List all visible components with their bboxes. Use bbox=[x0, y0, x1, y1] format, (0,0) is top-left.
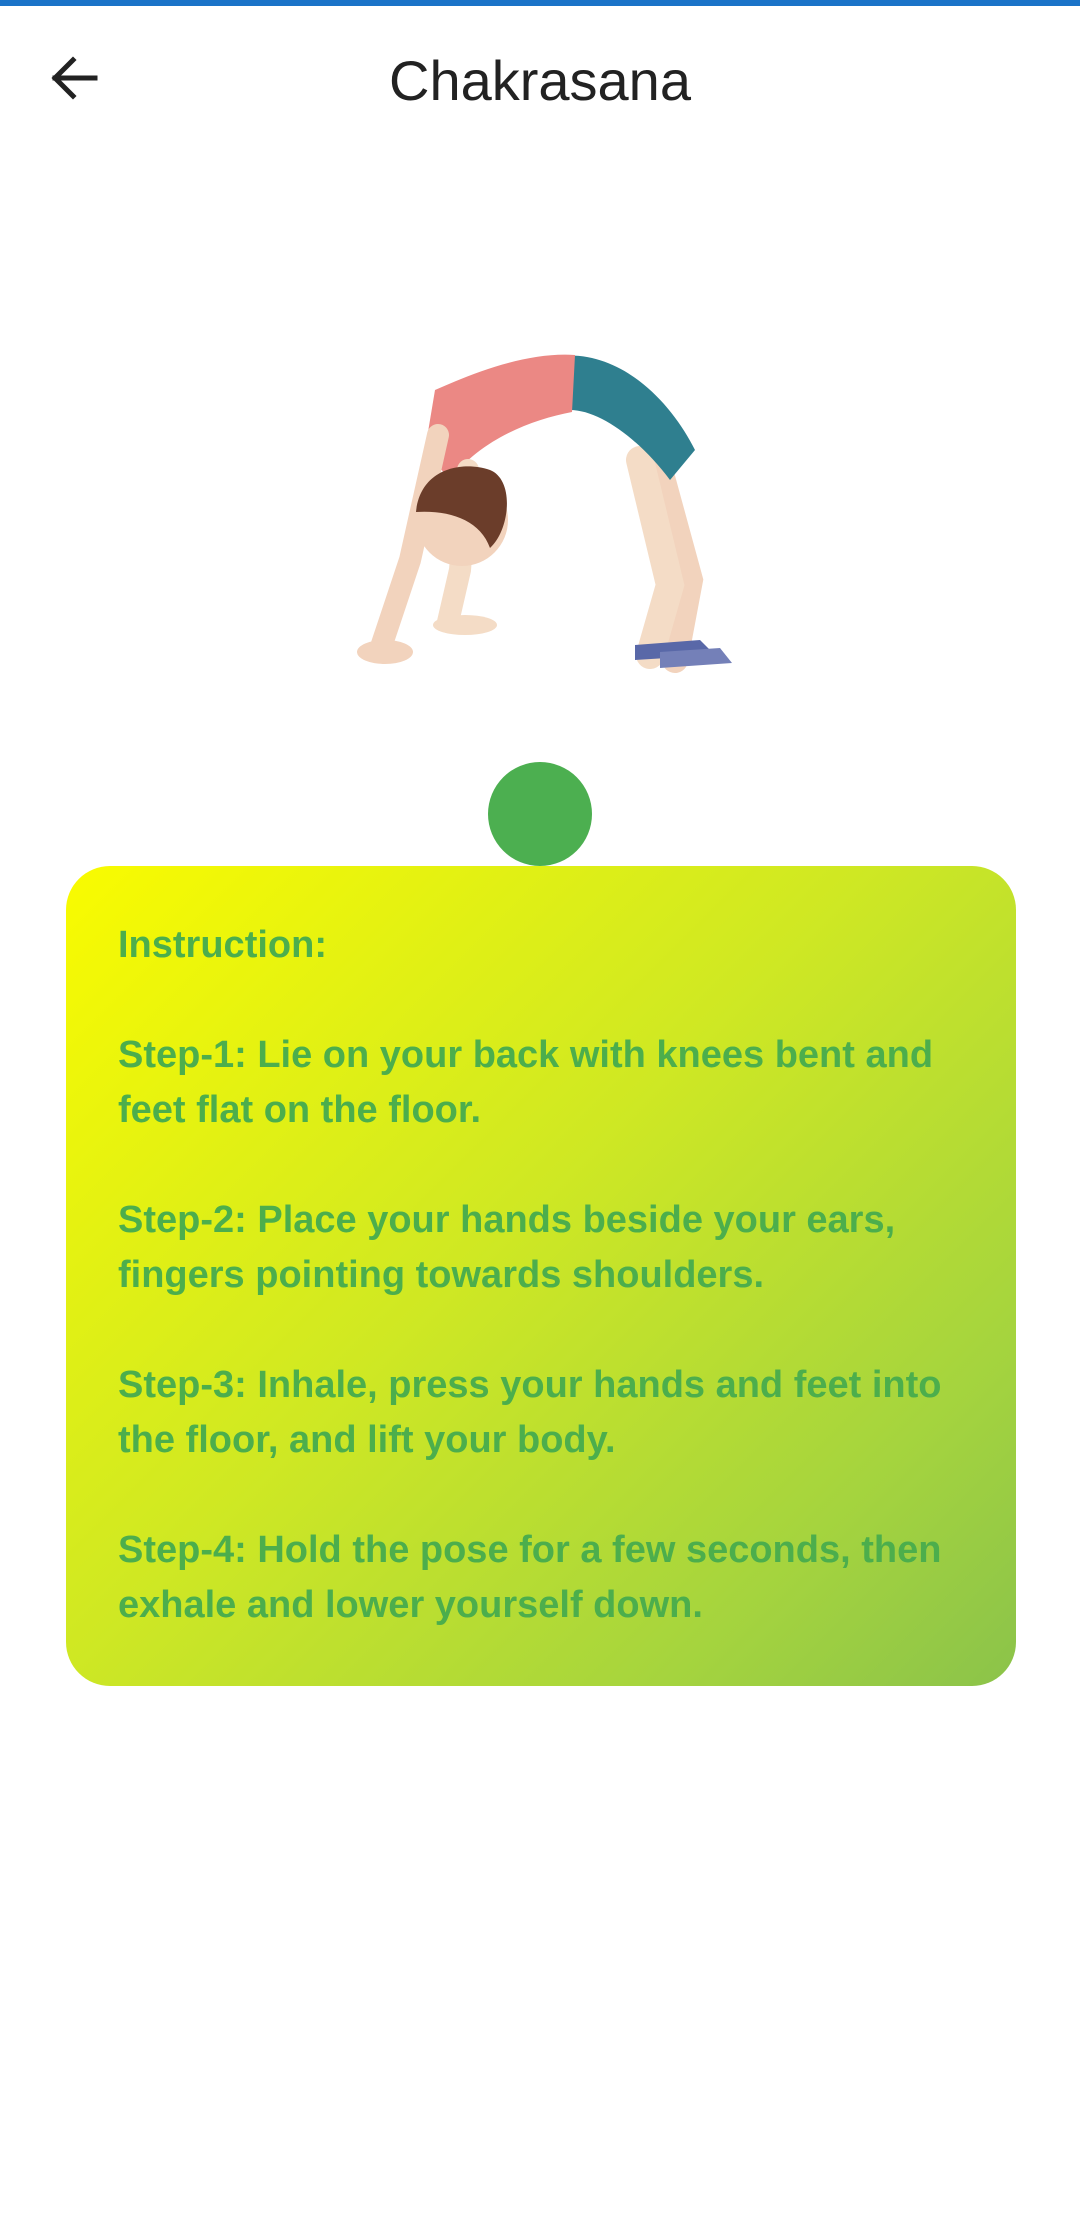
instruction-step: Step-1: Lie on your back with knees bent… bbox=[118, 1034, 934, 1131]
instruction-text: Instruction: Step-1: Lie on your back wi… bbox=[118, 918, 964, 1633]
instruction-heading: Instruction: bbox=[118, 924, 327, 966]
instruction-card: Instruction: Step-1: Lie on your back wi… bbox=[66, 866, 1016, 1686]
app-bar: Chakrasana bbox=[0, 6, 1080, 154]
instruction-step: Step-4: Hold the pose for a few seconds,… bbox=[118, 1529, 942, 1626]
instruction-step: Step-3: Inhale, press your hands and fee… bbox=[118, 1364, 942, 1461]
instruction-step: Step-2: Place your hands beside your ear… bbox=[118, 1199, 896, 1296]
page-title: Chakrasana bbox=[389, 49, 691, 112]
pose-illustration bbox=[340, 330, 760, 680]
page-indicator-dot bbox=[488, 762, 592, 866]
